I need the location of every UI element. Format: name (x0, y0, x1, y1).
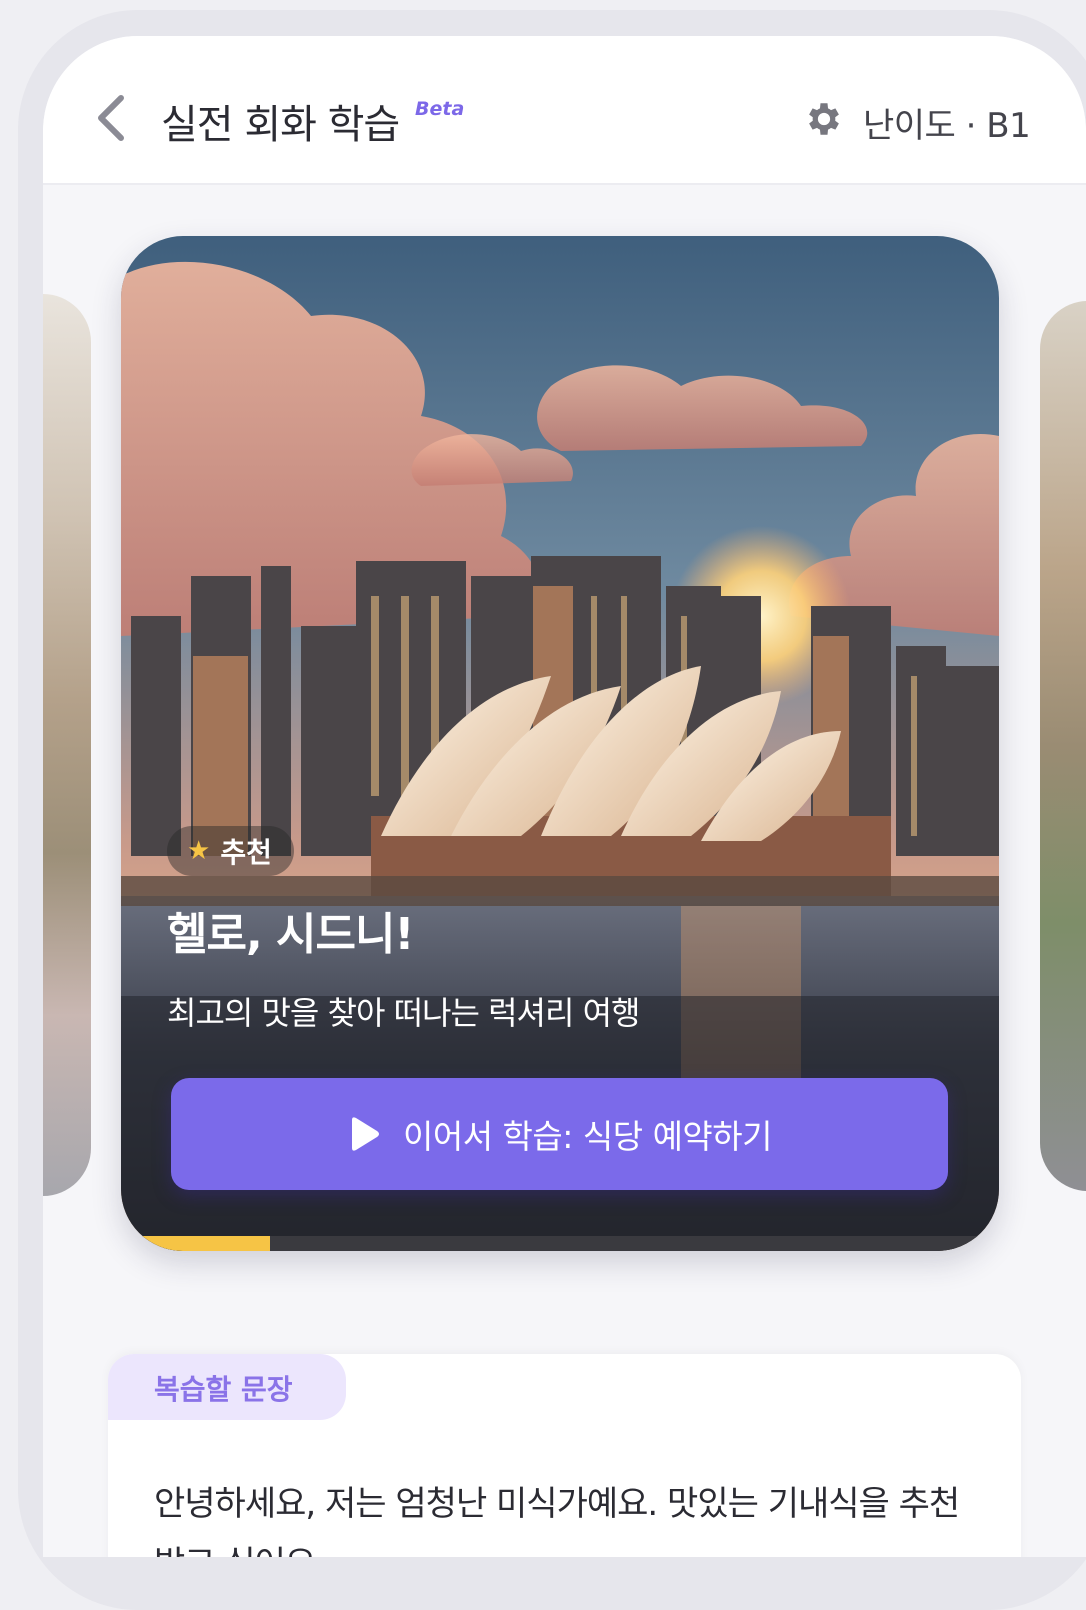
course-progress-bar (121, 1236, 999, 1251)
course-subtitle: 최고의 맛을 찾아 떠나는 럭셔리 여행 (167, 994, 640, 1032)
difficulty-level-label: 난이도 · B1 (863, 106, 1031, 146)
review-tab[interactable]: 복습할 문장 (108, 1354, 346, 1420)
course-title: 헬로, 시드니! (167, 909, 414, 960)
gear-icon (809, 103, 839, 135)
beta-badge: Beta (415, 98, 465, 120)
recommended-badge-label: 추천 (220, 836, 272, 869)
next-course-card[interactable] (1040, 301, 1086, 1191)
course-progress-fill (121, 1236, 271, 1251)
back-button[interactable] (91, 94, 131, 142)
recommended-badge: ★ 추천 (167, 826, 294, 876)
chevron-left-icon (98, 95, 124, 141)
featured-course-card[interactable]: ★ 추천 헬로, 시드니! 최고의 맛을 찾아 떠나는 럭셔리 여행 이어서 학… (121, 236, 999, 1251)
review-sentence-panel: 복습할 문장 안녕하세요, 저는 엄청난 미식가예요. 맛있는 기내식을 추천받… (108, 1354, 1021, 1557)
app-screen: 실전 회화 학습 Beta 난이도 · B1 ★ 추천 헬로, 시드니! 최고의… (43, 36, 1086, 1557)
previous-course-card[interactable] (43, 294, 91, 1196)
page-title: 실전 회화 학습 (161, 102, 400, 148)
review-sentence-text: 안녕하세요, 저는 엄청난 미식가예요. 맛있는 기내식을 추천받고 싶어요. (154, 1484, 960, 1557)
review-tab-label: 복습할 문장 (154, 1373, 293, 1406)
continue-learning-label: 이어서 학습: 식당 예약하기 (402, 1117, 773, 1156)
play-icon (351, 1117, 379, 1151)
continue-learning-button[interactable]: 이어서 학습: 식당 예약하기 (171, 1078, 948, 1190)
star-icon: ★ (187, 836, 211, 866)
top-bar: 실전 회화 학습 Beta 난이도 · B1 (43, 36, 1086, 185)
